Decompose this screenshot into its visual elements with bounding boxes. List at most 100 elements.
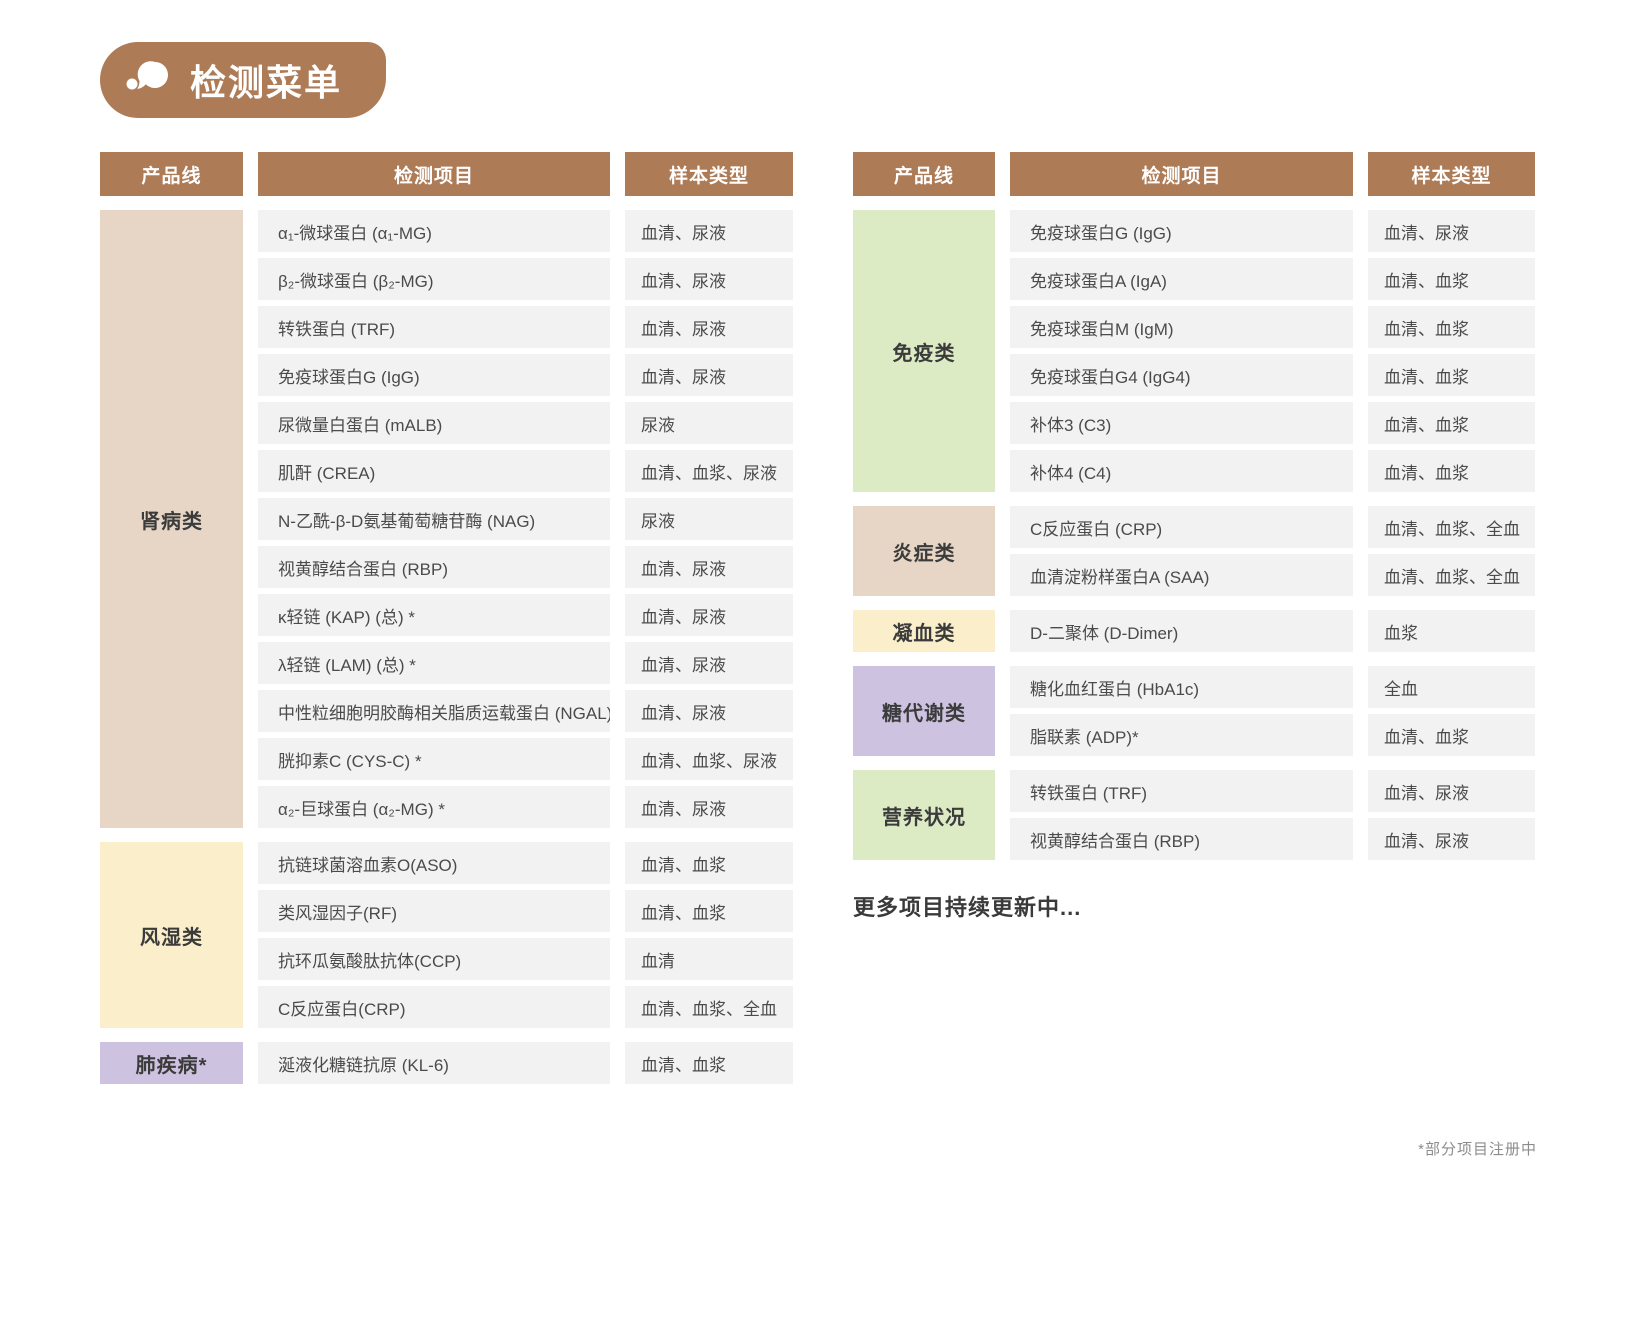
test-item-cell: 补体3 (C3) xyxy=(1010,402,1353,444)
sample-type-cell: 血清、尿液 xyxy=(625,306,793,348)
sample-type-column: 血清、尿液血清、尿液血清、尿液血清、尿液尿液血清、血浆、尿液尿液血清、尿液血清、… xyxy=(625,210,793,828)
table-header-row: 产品线 检测项目 样本类型 xyxy=(853,152,1535,196)
category-section: 凝血类 D-二聚体 (D-Dimer) 血浆 xyxy=(853,610,1535,652)
test-item-cell: 抗环瓜氨酸肽抗体(CCP) xyxy=(258,938,610,980)
registration-footnote: *部分项目注册中 xyxy=(1418,1138,1537,1159)
sample-type-cell: 血清、血浆 xyxy=(1368,354,1535,396)
test-item-cell: 涎液化糖链抗原 (KL-6) xyxy=(258,1042,610,1084)
table-body-left: 肾病类α₁-微球蛋白 (α₁-MG)β₂-微球蛋白 (β₂-MG)转铁蛋白 (T… xyxy=(100,196,793,1084)
sample-type-cell: 血清 xyxy=(625,938,793,980)
sample-type-cell: 尿液 xyxy=(625,498,793,540)
sample-type-column: 血清、血浆血清、血浆血清血清、血浆、全血 xyxy=(625,842,793,1028)
test-item-column: C反应蛋白 (CRP) 血清淀粉样蛋白A (SAA) xyxy=(1010,506,1353,596)
column-header-test-item: 检测项目 xyxy=(1010,152,1353,196)
test-item-column: 涎液化糖链抗原 (KL-6) xyxy=(258,1042,610,1084)
sample-type-cell: 血清、尿液 xyxy=(625,594,793,636)
test-item-column: 糖化血红蛋白 (HbA1c) 脂联素 (ADP)* xyxy=(1010,666,1353,756)
test-item-cell: 尿微量白蛋白 (mALB) xyxy=(258,402,610,444)
test-item-cell: 免疫球蛋白A (IgA) xyxy=(1010,258,1353,300)
product-line-cell: 糖代谢类 xyxy=(853,666,995,756)
test-menu-table-left: 产品线 检测项目 样本类型 肾病类α₁-微球蛋白 (α₁-MG)β₂-微球蛋白 … xyxy=(100,152,793,1084)
sample-type-cell: 血清、尿液 xyxy=(625,546,793,588)
test-item-cell: 脂联素 (ADP)* xyxy=(1010,714,1353,756)
sample-type-column: 血清、血浆 xyxy=(625,1042,793,1084)
test-item-cell: κ轻链 (KAP) (总) * xyxy=(258,594,610,636)
test-item-cell: 抗链球菌溶血素O(ASO) xyxy=(258,842,610,884)
sample-type-cell: 血清、尿液 xyxy=(1368,210,1535,252)
page: 检测菜单 产品线 检测项目 样本类型 肾病类α₁-微球蛋白 (α₁-MG)β₂-… xyxy=(0,0,1649,1336)
sample-type-cell: 血清、尿液 xyxy=(625,258,793,300)
tables-container: 产品线 检测项目 样本类型 肾病类α₁-微球蛋白 (α₁-MG)β₂-微球蛋白 … xyxy=(100,152,1649,1084)
product-line-cell: 免疫类 xyxy=(853,210,995,492)
test-item-cell: 肌酐 (CREA) xyxy=(258,450,610,492)
sample-type-column: 全血血清、血浆 xyxy=(1368,666,1535,756)
column-header-product-line: 产品线 xyxy=(100,152,243,196)
test-menu-table-right: 产品线 检测项目 样本类型 免疫类免疫球蛋白G (IgG)免疫球蛋白A (IgA… xyxy=(853,152,1535,860)
test-item-cell: 中性粒细胞明胶酶相关脂质运载蛋白 (NGAL) * xyxy=(258,690,610,732)
sample-type-column: 血浆 xyxy=(1368,610,1535,652)
test-item-cell: 转铁蛋白 (TRF) xyxy=(258,306,610,348)
sample-type-cell: 血清、血浆、尿液 xyxy=(625,450,793,492)
product-line-cell: 肾病类 xyxy=(100,210,243,828)
sample-type-cell: 血清、血浆、尿液 xyxy=(625,738,793,780)
category-section: 糖代谢类糖化血红蛋白 (HbA1c) 脂联素 (ADP)* 全血血清、血浆 xyxy=(853,666,1535,756)
product-line-cell: 炎症类 xyxy=(853,506,995,596)
more-items-note: 更多项目持续更新中... xyxy=(853,890,1535,922)
sample-type-cell: 血清、血浆 xyxy=(1368,714,1535,756)
category-section: 营养状况转铁蛋白 (TRF)视黄醇结合蛋白 (RBP)血清、尿液血清、尿液 xyxy=(853,770,1535,860)
sample-type-cell: 血清、血浆、全血 xyxy=(1368,554,1535,596)
product-line-cell: 营养状况 xyxy=(853,770,995,860)
test-item-column: 转铁蛋白 (TRF)视黄醇结合蛋白 (RBP) xyxy=(1010,770,1353,860)
table-header-row: 产品线 检测项目 样本类型 xyxy=(100,152,793,196)
test-item-cell: β₂-微球蛋白 (β₂-MG) xyxy=(258,258,610,300)
category-section: 肺疾病*涎液化糖链抗原 (KL-6)血清、血浆 xyxy=(100,1042,793,1084)
test-item-cell: 免疫球蛋白G4 (IgG4) xyxy=(1010,354,1353,396)
test-item-cell: 糖化血红蛋白 (HbA1c) xyxy=(1010,666,1353,708)
test-item-cell: α₂-巨球蛋白 (α₂-MG) * xyxy=(258,786,610,828)
sample-type-cell: 血清、血浆、全血 xyxy=(625,986,793,1028)
sample-type-cell: 血清、血浆 xyxy=(1368,258,1535,300)
sample-type-cell: 血浆 xyxy=(1368,610,1535,652)
sample-type-cell: 血清、血浆 xyxy=(1368,402,1535,444)
sample-type-cell: 血清、尿液 xyxy=(625,642,793,684)
test-item-column: 免疫球蛋白G (IgG)免疫球蛋白A (IgA)免疫球蛋白M (IgM)免疫球蛋… xyxy=(1010,210,1353,492)
test-item-column: α₁-微球蛋白 (α₁-MG)β₂-微球蛋白 (β₂-MG)转铁蛋白 (TRF)… xyxy=(258,210,610,828)
logo-icon xyxy=(122,55,176,105)
sample-type-column: 血清、尿液血清、血浆血清、血浆血清、血浆血清、血浆血清、血浆 xyxy=(1368,210,1535,492)
sample-type-cell: 血清、尿液 xyxy=(625,786,793,828)
category-section: 肾病类α₁-微球蛋白 (α₁-MG)β₂-微球蛋白 (β₂-MG)转铁蛋白 (T… xyxy=(100,210,793,828)
sample-type-cell: 血清、尿液 xyxy=(625,210,793,252)
category-section: 风湿类抗链球菌溶血素O(ASO) 类风湿因子(RF) 抗环瓜氨酸肽抗体(CCP) C反… xyxy=(100,842,793,1028)
sample-type-cell: 全血 xyxy=(1368,666,1535,708)
right-column: 产品线 检测项目 样本类型 免疫类免疫球蛋白G (IgG)免疫球蛋白A (IgA… xyxy=(853,152,1535,922)
category-section: 免疫类免疫球蛋白G (IgG)免疫球蛋白A (IgA)免疫球蛋白M (IgM)免… xyxy=(853,210,1535,492)
column-header-product-line: 产品线 xyxy=(853,152,995,196)
page-title: 检测菜单 xyxy=(190,54,342,106)
test-item-cell: 类风湿因子(RF) xyxy=(258,890,610,932)
test-item-cell: λ轻链 (LAM) (总) * xyxy=(258,642,610,684)
test-item-cell: 免疫球蛋白G (IgG) xyxy=(258,354,610,396)
sample-type-cell: 尿液 xyxy=(625,402,793,444)
sample-type-column: 血清、尿液血清、尿液 xyxy=(1368,770,1535,860)
test-item-cell: 胱抑素C (CYS-C) * xyxy=(258,738,610,780)
sample-type-cell: 血清、血浆 xyxy=(625,1042,793,1084)
table-body-right: 免疫类免疫球蛋白G (IgG)免疫球蛋白A (IgA)免疫球蛋白M (IgM)免… xyxy=(853,196,1535,860)
test-item-column: 抗链球菌溶血素O(ASO) 类风湿因子(RF) 抗环瓜氨酸肽抗体(CCP) C反应蛋白… xyxy=(258,842,610,1028)
test-item-column: D-二聚体 (D-Dimer) xyxy=(1010,610,1353,652)
product-line-cell: 风湿类 xyxy=(100,842,243,1028)
product-line-cell: 凝血类 xyxy=(853,610,995,652)
sample-type-cell: 血清、血浆 xyxy=(1368,306,1535,348)
test-item-cell: 视黄醇结合蛋白 (RBP) xyxy=(258,546,610,588)
category-section: 炎症类 C反应蛋白 (CRP) 血清淀粉样蛋白A (SAA) 血清、血浆、全血血清、血… xyxy=(853,506,1535,596)
sample-type-column: 血清、血浆、全血血清、血浆、全血 xyxy=(1368,506,1535,596)
sample-type-cell: 血清、血浆、全血 xyxy=(1368,506,1535,548)
test-item-cell: 补体4 (C4) xyxy=(1010,450,1353,492)
sample-type-cell: 血清、尿液 xyxy=(1368,818,1535,860)
test-item-cell: C反应蛋白(CRP) xyxy=(258,986,610,1028)
sample-type-cell: 血清、血浆 xyxy=(625,890,793,932)
test-item-cell: 视黄醇结合蛋白 (RBP) xyxy=(1010,818,1353,860)
test-item-cell: 血清淀粉样蛋白A (SAA) xyxy=(1010,554,1353,596)
test-item-cell: C反应蛋白 (CRP) xyxy=(1010,506,1353,548)
column-header-sample-type: 样本类型 xyxy=(1368,152,1535,196)
sample-type-cell: 血清、尿液 xyxy=(625,690,793,732)
